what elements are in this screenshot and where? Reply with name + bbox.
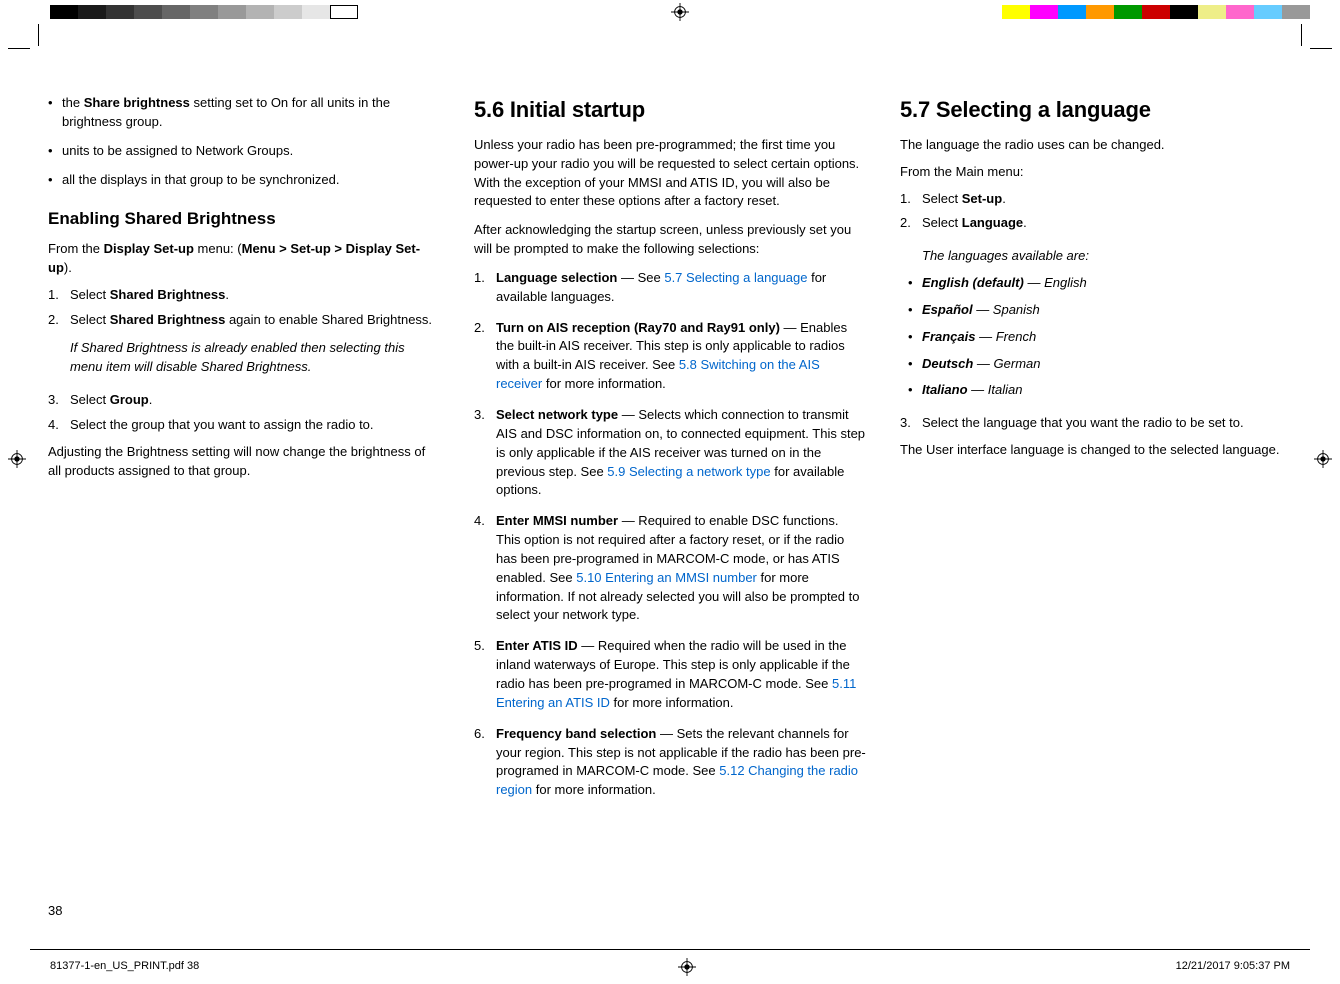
list-item: Select Shared Brightness again to enable… <box>70 311 440 330</box>
list-item: Select network type — Selects which conn… <box>496 406 866 500</box>
column-2: 5.6 Initial startup Unless your radio ha… <box>474 94 866 884</box>
registration-mark-icon <box>671 3 689 21</box>
list-item: Select Language. <box>922 214 1292 233</box>
list-item: Select Set-up. <box>922 190 1292 209</box>
registration-mark-icon <box>8 450 26 468</box>
list-item: Deutsch — German <box>922 355 1292 374</box>
list-item: Enter ATIS ID — Required when the radio … <box>496 637 866 712</box>
body-text: Unless your radio has been pre-programme… <box>474 136 866 211</box>
list-item: Select the language that you want the ra… <box>922 414 1292 433</box>
list-item: all the displays in that group to be syn… <box>62 171 440 190</box>
note-text: If Shared Brightness is already enabled … <box>70 339 440 377</box>
bullet-list: the Share brightness setting set to On f… <box>48 94 440 189</box>
text: units to be assigned to Network Groups. <box>62 143 293 158</box>
registration-mark-icon <box>1314 450 1332 468</box>
list-item: English (default) — English <box>922 274 1292 293</box>
column-3: 5.7 Selecting a language The language th… <box>900 94 1292 884</box>
printer-calibration-top <box>0 0 1340 24</box>
list-item: Select the group that you want to assign… <box>70 416 440 435</box>
list-item: Frequency band selection — Sets the rele… <box>496 725 866 800</box>
subsection-heading: Enabling Shared Brightness <box>48 207 440 232</box>
body-text: The User interface language is changed t… <box>900 441 1292 460</box>
cross-ref-link[interactable]: 5.10 Entering an MMSI number <box>576 570 757 585</box>
text: all the displays in that group to be syn… <box>62 172 340 187</box>
ordered-steps: Language selection — See 5.7 Selecting a… <box>474 269 866 800</box>
cross-ref-link[interactable]: 5.9 Selecting a network type <box>607 464 770 479</box>
footer-timestamp: 12/21/2017 9:05:37 PM <box>1176 959 1290 975</box>
color-swatches <box>1002 5 1310 19</box>
footer-filename: 81377-1-en_US_PRINT.pdf 38 <box>50 959 199 975</box>
body-text: The language the radio uses can be chang… <box>900 136 1292 155</box>
ordered-steps: Select the language that you want the ra… <box>900 414 1292 433</box>
column-1: the Share brightness setting set to On f… <box>48 94 440 884</box>
list-item: Language selection — See 5.7 Selecting a… <box>496 269 866 307</box>
list-item: Select Shared Brightness. <box>70 286 440 305</box>
print-footer: 81377-1-en_US_PRINT.pdf 38 12/21/2017 9:… <box>30 949 1310 984</box>
body-text: From the Display Set-up menu: (Menu > Se… <box>48 240 440 278</box>
list-item: Enter MMSI number — Required to enable D… <box>496 512 866 625</box>
list-item: Français — French <box>922 328 1292 347</box>
ordered-steps: Select Set-up. Select Language. <box>900 190 1292 234</box>
body-text-italic: The languages available are: <box>922 247 1292 266</box>
text-bold: Share brightness <box>84 95 190 110</box>
cross-ref-link[interactable]: 5.7 Selecting a language <box>664 270 807 285</box>
list-item: Italiano — Italian <box>922 381 1292 400</box>
body-text: After acknowledging the startup screen, … <box>474 221 866 259</box>
list-item: Español — Spanish <box>922 301 1292 320</box>
section-heading: 5.6 Initial startup <box>474 94 866 126</box>
page-content: the Share brightness setting set to On f… <box>0 24 1340 894</box>
list-item: Select Group. <box>70 391 440 410</box>
list-item: units to be assigned to Network Groups. <box>62 142 440 161</box>
list-item: the Share brightness setting set to On f… <box>62 94 440 132</box>
page-number: 38 <box>0 894 1340 929</box>
body-text: Adjusting the Brightness setting will no… <box>48 443 440 481</box>
ordered-steps: Select Shared Brightness. Select Shared … <box>48 286 440 330</box>
registration-mark-icon <box>678 958 696 976</box>
list-item: Turn on AIS reception (Ray70 and Ray91 o… <box>496 319 866 394</box>
body-text: From the Main menu: <box>900 163 1292 182</box>
ordered-steps: Select Group. Select the group that you … <box>48 391 440 435</box>
section-heading: 5.7 Selecting a language <box>900 94 1292 126</box>
language-list: English (default) — English Español — Sp… <box>900 274 1292 400</box>
grayscale-swatches <box>50 5 358 19</box>
text: the <box>62 95 84 110</box>
